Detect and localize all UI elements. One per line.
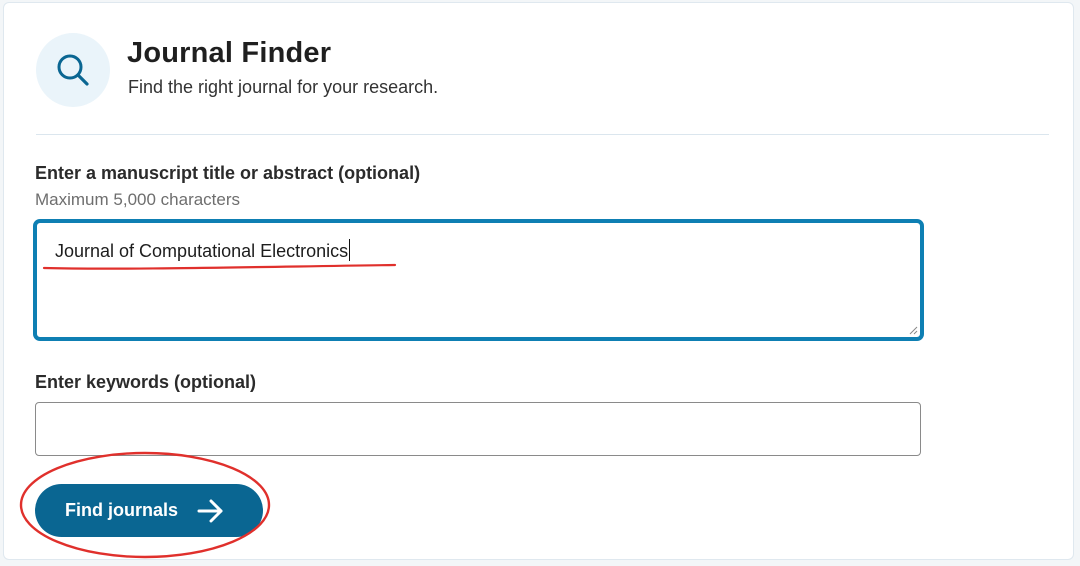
manuscript-value: Journal of Computational Electronics	[55, 241, 349, 261]
keywords-label: Enter keywords (optional)	[35, 372, 257, 392]
page-title: Journal Finder	[127, 37, 332, 69]
keywords-input[interactable]	[35, 402, 921, 456]
manuscript-label: Enter a manuscript title or abstract (op…	[35, 163, 421, 183]
arrow-right-icon	[197, 499, 223, 523]
find-journals-label: Find journals	[65, 500, 179, 520]
manuscript-text: Journal of Computational Electronics	[55, 239, 351, 262]
text-caret	[349, 239, 351, 261]
manuscript-textarea[interactable]: Journal of Computational Electronics	[33, 219, 924, 341]
header-divider	[36, 134, 1049, 135]
search-icon	[36, 33, 110, 107]
journal-finder-card: Journal Finder Find the right journal fo…	[3, 2, 1074, 560]
page-subtitle: Find the right journal for your research…	[128, 77, 439, 97]
find-journals-button[interactable]: Find journals	[35, 484, 263, 537]
manuscript-hint: Maximum 5,000 characters	[35, 190, 241, 209]
resize-grip-icon[interactable]	[908, 325, 918, 335]
